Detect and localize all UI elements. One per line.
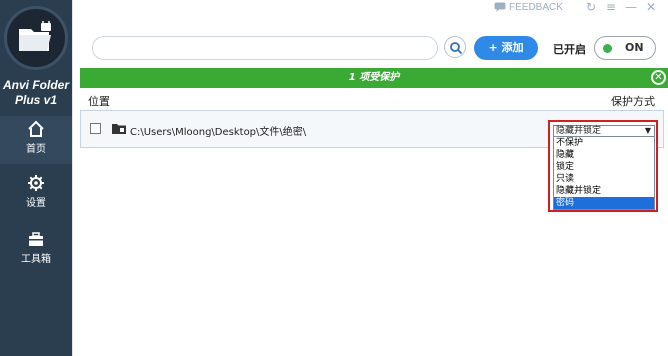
sidebar-item-label: 工具箱: [21, 254, 51, 265]
sidebar: Anvi Folder Plus v1 首页 设置 工具箱: [0, 0, 72, 356]
dropdown-option-highlighted[interactable]: 密码: [554, 197, 654, 209]
sidebar-item-settings[interactable]: 设置: [0, 170, 72, 218]
menu-icon[interactable]: ≡: [604, 0, 618, 14]
search-icon: [450, 42, 463, 55]
selected-value: 隐藏并锁定: [556, 126, 602, 136]
sidebar-item-label: 设置: [26, 198, 46, 209]
sidebar-item-label: 首页: [26, 144, 46, 155]
sidebar-item-toolbox[interactable]: 工具箱: [0, 226, 72, 274]
search-input[interactable]: [92, 36, 438, 60]
dropdown-option[interactable]: 只读: [554, 173, 654, 185]
column-header-protection: 保护方式: [611, 95, 655, 108]
close-icon[interactable]: ✕: [644, 0, 658, 14]
refresh-icon[interactable]: ↻: [584, 0, 598, 14]
home-icon: [28, 120, 44, 137]
feedback-label: FEEDBACK: [509, 1, 563, 13]
divider: [72, 0, 73, 356]
banner-text: 1 项受保护: [348, 72, 400, 83]
toggle-indicator: [603, 44, 612, 53]
app-name: Anvi Folder Plus v1: [0, 78, 72, 108]
title-bar: FEEDBACK ↻ ≡ — ✕: [72, 0, 668, 16]
row-checkbox[interactable]: [90, 123, 101, 134]
gear-icon: [28, 175, 44, 191]
feedback-link[interactable]: FEEDBACK: [494, 0, 563, 14]
column-header-location: 位置: [88, 95, 110, 108]
dropdown-option[interactable]: 不保护: [554, 137, 654, 149]
minimize-icon[interactable]: —: [624, 0, 638, 14]
protection-toggle[interactable]: ON: [594, 36, 656, 60]
protection-mode-select[interactable]: 隐藏并锁定 ▼: [553, 125, 655, 137]
search-button[interactable]: [444, 36, 466, 58]
chat-icon: [494, 2, 506, 12]
folder-lock-icon: [112, 124, 126, 134]
dropdown-option[interactable]: 隐藏: [554, 149, 654, 161]
folder-lock-icon: [19, 21, 51, 51]
toolbox-icon: [29, 232, 43, 246]
status-banner: 1 项受保护 ✕: [80, 68, 668, 88]
app-name-line1: Anvi Folder: [2, 78, 69, 92]
app-logo: [4, 6, 68, 70]
protection-mode-dropdown[interactable]: 隐藏并锁定 ▼ 不保护 隐藏 锁定 只读 隐藏并锁定 密码: [548, 120, 658, 212]
chevron-down-icon: ▼: [644, 126, 651, 135]
sidebar-item-home[interactable]: 首页: [0, 116, 72, 164]
app-name-line2: Plus v1: [14, 93, 58, 107]
dropdown-option[interactable]: 隐藏并锁定: [554, 185, 654, 197]
add-button[interactable]: + 添加: [474, 36, 538, 60]
toggle-label: ON: [625, 41, 644, 54]
dropdown-options: 不保护 隐藏 锁定 只读 隐藏并锁定 密码: [553, 137, 655, 210]
close-icon[interactable]: ✕: [651, 70, 666, 85]
dropdown-option[interactable]: 锁定: [554, 161, 654, 173]
folder-path: C:\Users\Mloong\Desktop\文件\绝密\: [130, 127, 307, 138]
protection-status-label: 已开启: [553, 43, 586, 56]
